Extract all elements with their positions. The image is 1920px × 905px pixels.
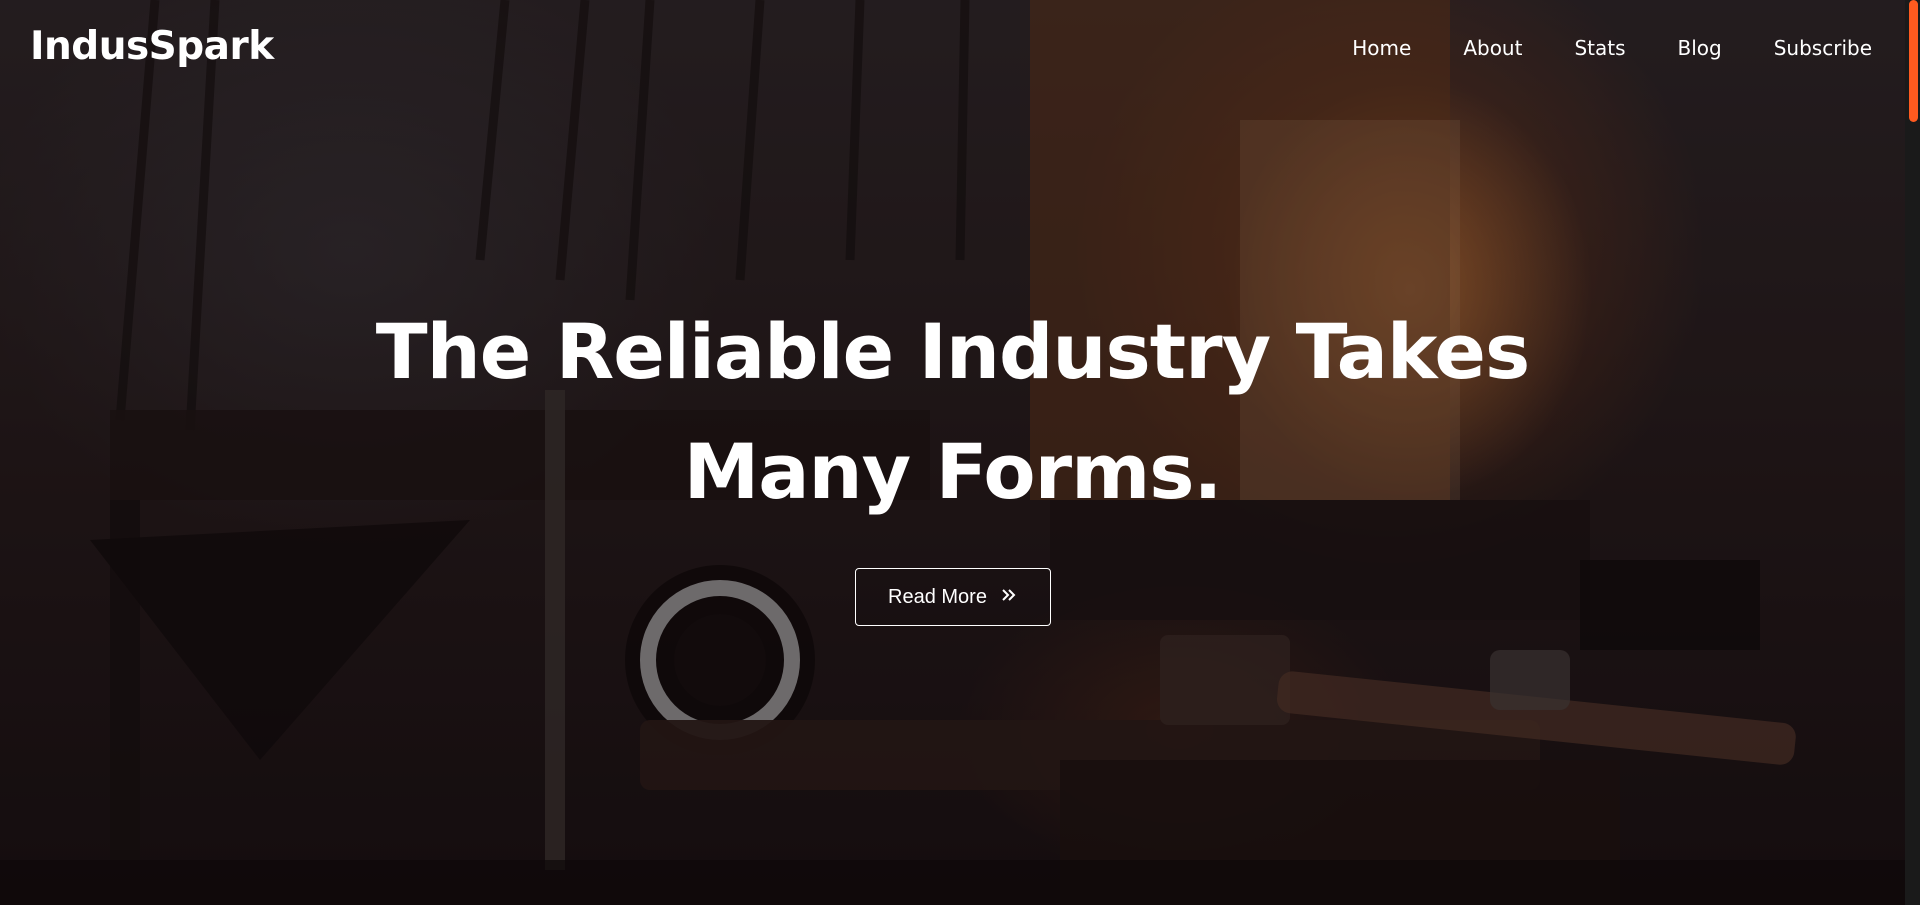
hero-section: IndusSpark Home About Stats Blog Subscri… bbox=[0, 0, 1905, 905]
hero-title-line-2: Many Forms. bbox=[683, 427, 1223, 516]
nav-link-subscribe[interactable]: Subscribe bbox=[1774, 34, 1872, 62]
page-scrollbar[interactable] bbox=[1905, 0, 1920, 905]
nav-link-home[interactable]: Home bbox=[1352, 34, 1411, 62]
nav-item-home: Home bbox=[1352, 34, 1411, 62]
site-logo[interactable]: IndusSpark bbox=[30, 24, 274, 70]
read-more-button[interactable]: Read More bbox=[854, 568, 1051, 626]
nav-menu: Home About Stats Blog Subscribe bbox=[1300, 34, 1872, 62]
nav-item-about: About bbox=[1463, 34, 1522, 62]
nav-item-stats: Stats bbox=[1574, 34, 1625, 62]
read-more-label: Read More bbox=[888, 585, 987, 608]
hero-content: The Reliable Industry Takes Many Forms. … bbox=[0, 292, 1905, 626]
navbar: IndusSpark Home About Stats Blog Subscri… bbox=[0, 0, 1905, 96]
nav-link-stats[interactable]: Stats bbox=[1574, 34, 1625, 62]
hero-title: The Reliable Industry Takes Many Forms. bbox=[353, 292, 1553, 532]
scrollbar-thumb[interactable] bbox=[1909, 0, 1918, 122]
nav-link-blog[interactable]: Blog bbox=[1678, 34, 1722, 62]
hero-title-line-1: The Reliable Industry Takes bbox=[375, 307, 1530, 396]
nav-item-blog: Blog bbox=[1678, 34, 1722, 62]
nav-link-about[interactable]: About bbox=[1463, 34, 1522, 62]
double-chevron-right-icon bbox=[1001, 587, 1017, 607]
nav-item-subscribe: Subscribe bbox=[1774, 34, 1872, 62]
